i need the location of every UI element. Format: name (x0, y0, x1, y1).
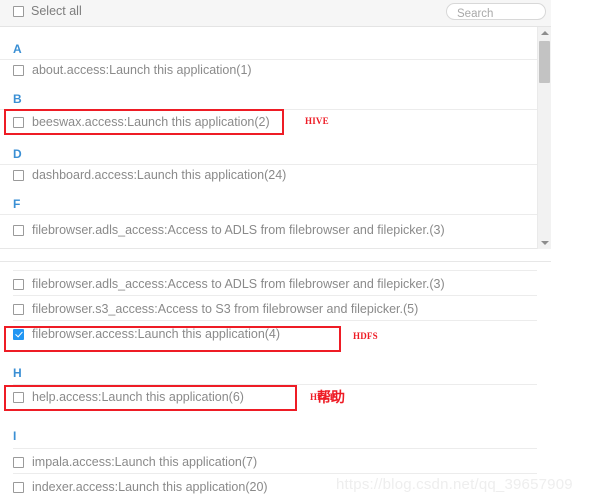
row-checkbox[interactable] (13, 391, 24, 403)
list-item[interactable]: dashboard.access:Launch this application… (0, 165, 537, 186)
letter-header-a: A (13, 42, 22, 56)
list-item[interactable]: help.access:Launch this application(6) (0, 386, 551, 408)
row-checkbox[interactable] (13, 225, 24, 236)
divider (13, 473, 537, 474)
search-input[interactable] (447, 6, 545, 22)
select-all-label: Select all (31, 4, 82, 18)
row-checkbox[interactable] (13, 303, 24, 315)
select-all-checkbox[interactable] (13, 5, 24, 17)
watermark-text: https://blog.csdn.net/qq_39657909 (336, 476, 573, 493)
row-checkbox[interactable] (13, 170, 24, 181)
list-item-label: help.access:Launch this application(6) (32, 389, 244, 404)
list-item[interactable]: filebrowser.adls_access:Access to ADLS f… (0, 273, 551, 295)
annotation-label-hdfs: HDFS (353, 331, 378, 341)
letter-header-h: H (13, 366, 22, 380)
divider (0, 214, 537, 215)
list-item-label: dashboard.access:Launch this application… (32, 168, 287, 182)
list-item-label: indexer.access:Launch this application(2… (32, 479, 268, 494)
list-item-label: impala.access:Launch this application(7) (32, 454, 258, 469)
scrollbar-thumb[interactable] (539, 41, 550, 83)
list-item[interactable]: about.access:Launch this application(1) (0, 60, 537, 81)
list-item[interactable]: filebrowser.adls_access:Access to ADLS f… (0, 220, 537, 241)
list-item-selected[interactable]: filebrowser.access:Launch this applicati… (0, 323, 551, 345)
top-permissions-panel: Select all A about.access:Launch this ap… (0, 0, 551, 249)
divider (13, 295, 537, 296)
row-checkbox[interactable] (13, 481, 24, 493)
list-item[interactable]: filebrowser.s3_access:Access to S3 from … (0, 298, 551, 320)
divider (13, 384, 537, 385)
list-item-label: filebrowser.adls_access:Access to ADLS f… (32, 276, 445, 291)
letter-header-b: B (13, 92, 22, 106)
annotation-label-help-cjk: 帮助 (317, 390, 345, 406)
divider (13, 320, 537, 321)
annotation-label-hive: HIVE (305, 116, 329, 126)
row-checkbox[interactable] (13, 456, 24, 468)
list-item-label: about.access:Launch this application(1) (32, 63, 252, 77)
select-all-control[interactable]: Select all (13, 4, 82, 18)
top-permissions-list[interactable]: A about.access:Launch this application(1… (0, 27, 551, 249)
row-checkbox[interactable] (13, 328, 24, 340)
letter-header-f: F (13, 197, 21, 211)
divider (13, 448, 537, 449)
divider (0, 109, 537, 110)
list-item-label: filebrowser.s3_access:Access to S3 from … (32, 301, 419, 316)
vertical-scrollbar[interactable] (537, 27, 551, 249)
row-checkbox[interactable] (13, 117, 24, 128)
search-box[interactable] (446, 3, 546, 22)
triangle-up-icon (541, 31, 549, 35)
scroll-down-arrow-icon[interactable] (538, 237, 552, 249)
row-checkbox[interactable] (13, 278, 24, 290)
list-item-label: filebrowser.adls_access:Access to ADLS f… (32, 223, 445, 237)
panel-toolbar: Select all (0, 0, 551, 27)
list-item-label: filebrowser.access:Launch this applicati… (32, 326, 281, 341)
list-item-label: beeswax.access:Launch this application(2… (32, 115, 270, 129)
scroll-up-arrow-icon[interactable] (538, 27, 552, 39)
bottom-permissions-panel: filebrowser.adls_access:Access to ADLS f… (0, 261, 551, 504)
triangle-down-icon (541, 241, 549, 245)
row-checkbox[interactable] (13, 65, 24, 76)
divider (13, 270, 537, 271)
letter-header-d: D (13, 147, 22, 161)
permissions-picker-screenshot: Select all A about.access:Launch this ap… (0, 0, 605, 504)
list-item[interactable]: impala.access:Launch this application(7) (0, 451, 551, 473)
list-item[interactable]: beeswax.access:Launch this application(2… (0, 112, 537, 133)
letter-header-i: I (13, 429, 17, 443)
